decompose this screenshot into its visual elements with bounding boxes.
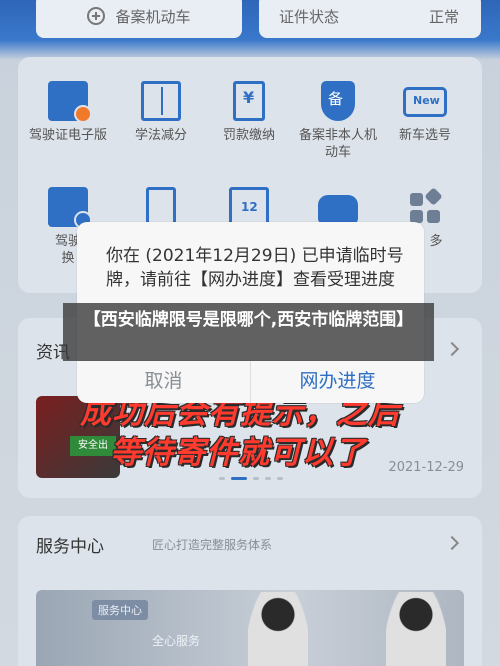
carousel-indicator	[219, 477, 283, 480]
app-screen: 备案机动车 证件状态 正常 驾驶证电子版 学法减分 罚款缴纳 备案非本人机动车 …	[0, 0, 500, 666]
service-banner-pill: 服务中心	[92, 600, 148, 620]
function-study-points[interactable]: 学法减分	[117, 81, 205, 144]
license-status-card[interactable]: 证件状态 正常	[259, 0, 481, 38]
new-icon	[403, 87, 447, 117]
license-icon	[48, 81, 92, 123]
license-status-label: 证件状态	[279, 7, 340, 26]
agent-photo	[386, 592, 446, 666]
id-card-icon	[48, 187, 92, 229]
service-banner[interactable]: 服务中心 全心服务	[36, 590, 464, 666]
article-caption: 【西安临牌限号是限哪个,西安市临牌范围】	[63, 303, 434, 361]
function-label: 新车选号	[398, 128, 451, 143]
dialog-actions: 取消 网办进度	[77, 360, 424, 403]
overlay-annotation: 成功后会有提示，之后 等待寄件就可以了	[80, 393, 440, 473]
cancel-button[interactable]: 取消	[77, 361, 251, 403]
function-label: 备案非本人机动车	[298, 128, 377, 160]
service-subtitle: 匠心打造完整服务体系	[152, 538, 273, 552]
register-vehicle-card[interactable]: 备案机动车	[36, 0, 242, 38]
more-icon	[410, 187, 443, 223]
agent-photo	[248, 592, 308, 666]
chevron-right-icon[interactable]	[444, 535, 460, 551]
dialog-message: 你在 (2021年12月29日) 已申请临时号牌，请前往【网办进度】查看受理进度	[106, 246, 404, 290]
license-status-value: 正常	[428, 7, 459, 26]
service-title: 服务中心	[36, 537, 104, 557]
shield-icon	[321, 81, 355, 121]
chevron-right-icon[interactable]	[444, 341, 460, 357]
function-label: 学法减分	[134, 128, 187, 143]
function-register-other-vehicle[interactable]: 备案非本人机动车	[294, 81, 382, 161]
register-vehicle-label: 备案机动车	[115, 7, 191, 26]
service-center-card[interactable]: 服务中心 匠心打造完整服务体系 服务中心 全心服务	[18, 516, 482, 666]
view-progress-button[interactable]: 网办进度	[251, 361, 424, 403]
function-pay-fine[interactable]: 罚款缴纳	[205, 81, 293, 144]
function-new-plate[interactable]: 新车选号	[381, 81, 469, 144]
car-icon	[318, 195, 358, 223]
overlay-line-2: 等待寄件就可以了	[110, 435, 366, 471]
function-label: 罚款缴纳	[222, 128, 275, 143]
fine-icon	[233, 81, 265, 121]
service-banner-text: 全心服务	[152, 634, 201, 648]
document-icon	[146, 187, 176, 227]
function-label: 驾驶证电子版	[28, 128, 107, 143]
add-circle-icon	[87, 7, 106, 25]
book-icon	[141, 81, 181, 121]
function-license-e[interactable]: 驾驶证电子版	[24, 81, 112, 144]
calendar-icon	[229, 187, 269, 227]
